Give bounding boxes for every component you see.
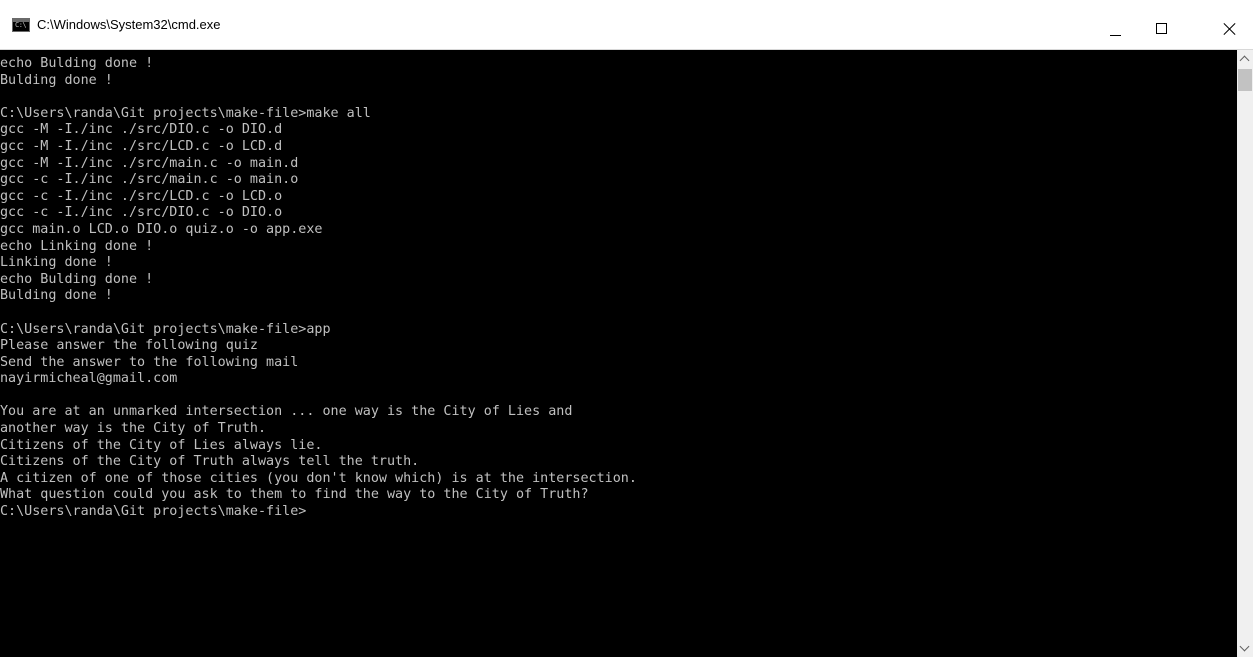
cmd-window: C:\ C:\Windows\System32\cmd.exe echo Bul… bbox=[0, 0, 1253, 657]
minimize-icon bbox=[1110, 35, 1121, 36]
console-line: Citizens of the City of Truth always tel… bbox=[0, 454, 420, 470]
scroll-thumb[interactable] bbox=[1238, 69, 1252, 91]
close-button[interactable] bbox=[1207, 0, 1253, 50]
console-line: gcc -c -I./inc ./src/DIO.c -o DIO.o bbox=[0, 205, 283, 221]
scroll-up-button[interactable] bbox=[1237, 50, 1253, 67]
console-line: Bulding done ! bbox=[0, 72, 113, 88]
console-line: C:\Users\randa\Git projects\make-file>ma… bbox=[0, 105, 371, 121]
console-line: another way is the City of Truth. bbox=[0, 421, 267, 437]
console-line: gcc -M -I./inc ./src/LCD.c -o LCD.d bbox=[0, 138, 283, 154]
console-line: nayirmicheal@gmail.com bbox=[0, 371, 178, 387]
vertical-scrollbar[interactable] bbox=[1237, 50, 1253, 657]
scroll-down-button[interactable] bbox=[1237, 640, 1253, 657]
console-line: echo Bulding done ! bbox=[0, 271, 154, 287]
cmd-icon[interactable]: C:\ bbox=[12, 18, 30, 32]
console-text: echo Bulding done ! Bulding done ! C:\Us… bbox=[0, 50, 1237, 521]
console-line: echo Linking done ! bbox=[0, 238, 154, 254]
window-title: C:\Windows\System32\cmd.exe bbox=[37, 17, 221, 32]
console-output[interactable]: echo Bulding done ! Bulding done ! C:\Us… bbox=[0, 50, 1237, 657]
console-line: You are at an unmarked intersection ... … bbox=[0, 404, 573, 420]
console-line: gcc -c -I./inc ./src/LCD.c -o LCD.o bbox=[0, 188, 283, 204]
console-line: gcc -M -I./inc ./src/main.c -o main.d bbox=[0, 155, 299, 171]
console-line: Bulding done ! bbox=[0, 288, 113, 304]
maximize-icon bbox=[1156, 23, 1167, 34]
minimize-button[interactable] bbox=[1093, 0, 1139, 50]
maximize-button[interactable] bbox=[1139, 0, 1185, 50]
console-line: gcc -M -I./inc ./src/DIO.c -o DIO.d bbox=[0, 122, 283, 138]
console-line: gcc -c -I./inc ./src/main.c -o main.o bbox=[0, 172, 299, 188]
chevron-down-icon bbox=[1239, 641, 1250, 652]
console-line: Citizens of the City of Lies always lie. bbox=[0, 437, 323, 453]
console-line: What question could you ask to them to f… bbox=[0, 487, 589, 503]
console-line: Linking done ! bbox=[0, 255, 113, 271]
console-line: echo Bulding done ! bbox=[0, 56, 154, 71]
console-line: gcc main.o LCD.o DIO.o quiz.o -o app.exe bbox=[0, 221, 323, 237]
console-line: C:\Users\randa\Git projects\make-file> bbox=[0, 504, 307, 520]
title-bar[interactable]: C:\ C:\Windows\System32\cmd.exe bbox=[0, 0, 1253, 50]
console-line: Please answer the following quiz bbox=[0, 338, 258, 354]
console-line: A citizen of one of those cities (you do… bbox=[0, 470, 637, 486]
chevron-up-icon bbox=[1239, 55, 1250, 66]
cmd-icon-prompt: C:\ bbox=[15, 21, 27, 29]
console-line: Send the answer to the following mail bbox=[0, 354, 299, 370]
close-icon bbox=[1223, 22, 1237, 36]
console-line: C:\Users\randa\Git projects\make-file>ap… bbox=[0, 321, 331, 337]
